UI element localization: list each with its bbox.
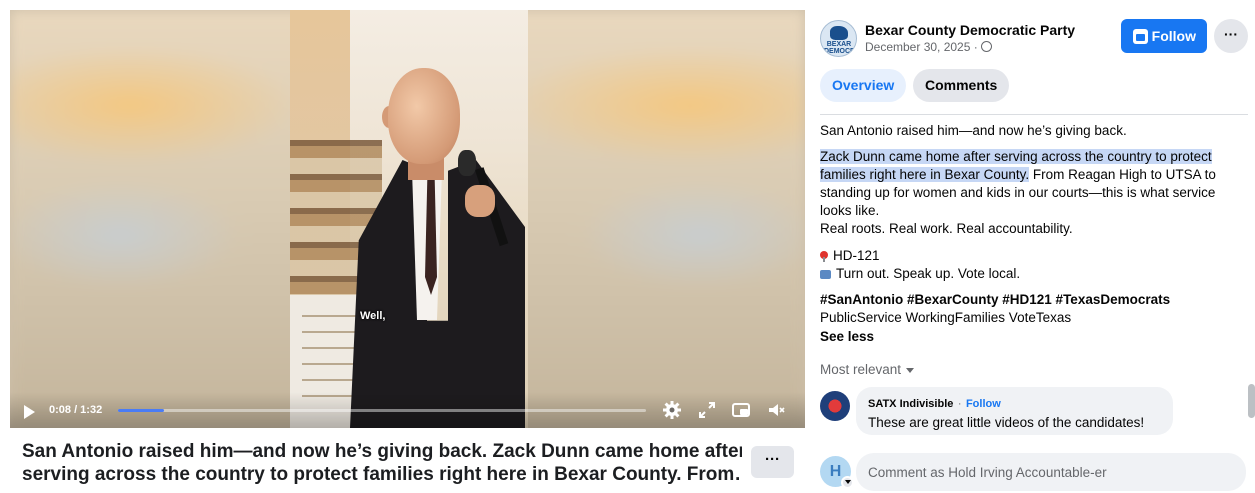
comment-follow-link[interactable]: Follow <box>966 398 1001 410</box>
comment-separator: · <box>957 398 962 410</box>
comment-author[interactable]: SATX Indivisible <box>868 398 953 410</box>
video-progress-bar[interactable] <box>118 409 646 412</box>
chevron-down-icon[interactable] <box>841 476 854 489</box>
follow-button-label: Follow <box>1151 28 1196 44</box>
divider <box>820 114 1248 115</box>
speaker-head <box>388 68 460 164</box>
post-paragraph: Zack Dunn came home after serving across… <box>820 148 1248 220</box>
post-district-text: HD-121 <box>833 248 880 263</box>
video-player[interactable]: Well, 0:08 / 1:32 <box>10 10 805 428</box>
panel-scrollbar[interactable] <box>1248 384 1255 418</box>
video-time: 0:08 / 1:32 <box>49 404 103 416</box>
gear-icon[interactable] <box>662 400 682 420</box>
post-title-line-2: serving across the country to protect fa… <box>22 464 742 485</box>
comment-input[interactable] <box>856 453 1246 491</box>
video-progress-fill <box>118 409 164 412</box>
post-date[interactable]: December 30, 2025 · <box>865 40 992 54</box>
microphone <box>458 150 476 176</box>
tab-overview[interactable]: Overview <box>820 69 907 102</box>
expand-icon[interactable] <box>697 400 717 420</box>
comment-sort-dropdown[interactable]: Most relevant <box>820 362 915 377</box>
comment-sort-label: Most relevant <box>820 362 902 377</box>
post-title: San Antonio raised him—and now he’s givi… <box>22 440 742 486</box>
post-date-text: December 30, 2025 · <box>865 40 978 54</box>
comment-bubble: SATX Indivisible · Follow These are grea… <box>856 387 1173 435</box>
mute-icon[interactable] <box>766 400 786 420</box>
facebook-video-post-view: Well, 0:08 / 1:32 San Antonio raised him… <box>0 0 1255 493</box>
post-title-line-1: San Antonio raised him—and now he’s givi… <box>22 441 742 462</box>
post-intro: San Antonio raised him—and now he’s givi… <box>820 123 1127 138</box>
title-more-options-button[interactable]: ··· <box>751 446 794 478</box>
ballot-box-icon <box>820 270 831 279</box>
video-frame[interactable]: Well, <box>290 10 528 428</box>
post-hashtags[interactable]: #SanAntonio #BexarCounty #HD121 #TexasDe… <box>820 291 1248 309</box>
tab-comments[interactable]: Comments <box>913 69 1010 102</box>
commenter-avatar[interactable] <box>820 391 850 421</box>
follow-page-icon <box>1133 29 1148 44</box>
page-name-link[interactable]: Bexar County Democratic Party <box>865 22 1075 38</box>
post-tagline: Real roots. Real work. Real accountabili… <box>820 221 1073 236</box>
post-plain-tags: PublicService WorkingFamilies VoteTexas <box>820 310 1072 325</box>
video-controls-bar: 0:08 / 1:32 <box>10 392 805 428</box>
donkey-logo-icon <box>830 26 848 40</box>
see-less-link[interactable]: See less <box>820 328 1248 346</box>
caret-down-icon <box>906 368 915 373</box>
comment-text: These are great little videos of the can… <box>868 415 1145 430</box>
avatar-logo-text: BEXAR DEMOCRATS <box>824 41 856 55</box>
post-call-to-action: Turn out. Speak up. Vote local. <box>820 265 1248 283</box>
follow-button[interactable]: Follow <box>1121 19 1207 53</box>
play-icon[interactable] <box>24 405 35 419</box>
miniplayer-icon[interactable] <box>731 400 751 420</box>
page-avatar[interactable]: BEXAR DEMOCRATS <box>820 20 857 57</box>
globe-icon <box>980 41 992 52</box>
video-caption: Well, <box>360 310 386 322</box>
more-options-button[interactable]: ··· <box>1214 19 1248 53</box>
pin-icon <box>820 251 828 262</box>
post-district: HD-121 <box>820 247 1248 265</box>
post-call-to-action-text: Turn out. Speak up. Vote local. <box>836 266 1021 281</box>
post-details-panel: BEXAR DEMOCRATS Bexar County Democratic … <box>808 0 1255 493</box>
